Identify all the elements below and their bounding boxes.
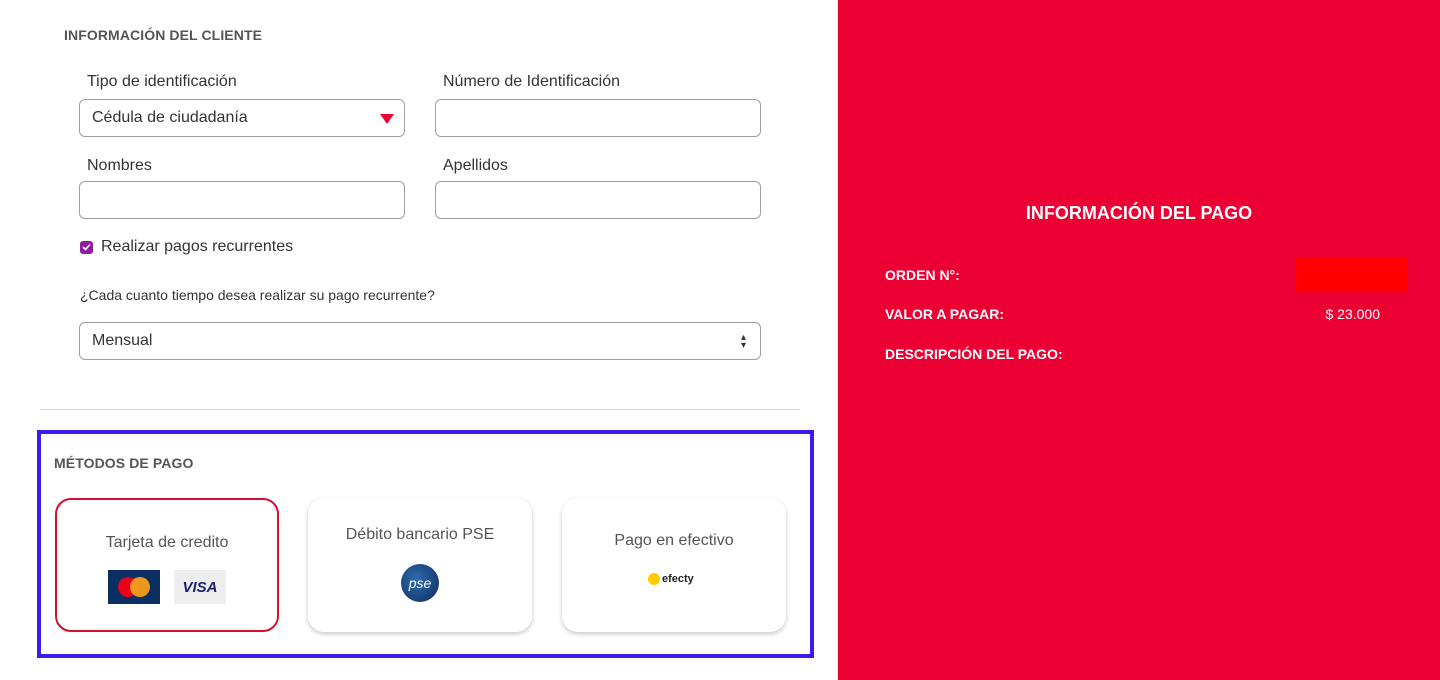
names-label: Nombres xyxy=(87,157,152,174)
amount-value: $ 23.000 xyxy=(1325,306,1381,322)
recurrent-payment-checkbox[interactable] xyxy=(80,240,93,254)
recurrent-payment-row[interactable]: Realizar pagos recurrentes xyxy=(80,238,293,256)
triangle-down-icon xyxy=(380,114,394,124)
surnames-input[interactable] xyxy=(435,181,761,219)
client-section-title: INFORMACIÓN DEL CLIENTE xyxy=(64,27,263,43)
amount-label: VALOR A PAGAR: xyxy=(885,306,1004,322)
id-number-input[interactable] xyxy=(435,99,761,137)
recurrent-payment-label: Realizar pagos recurrentes xyxy=(101,238,294,255)
visa-logo-text: VISA xyxy=(182,578,218,596)
payment-info-title: INFORMACIÓN DEL PAGO xyxy=(1025,203,1253,223)
pse-logo-text: pse xyxy=(408,575,432,591)
mastercard-logo-icon xyxy=(108,570,160,604)
pse-option[interactable]: Débito bancario PSE pse xyxy=(308,498,532,632)
section-divider xyxy=(40,409,800,410)
frequency-select[interactable]: Mensual ▴ ▾ xyxy=(79,322,761,360)
frequency-value: Mensual xyxy=(92,332,153,349)
updown-arrows-icon: ▴ ▾ xyxy=(740,332,746,351)
id-type-label: Tipo de identificación xyxy=(87,73,237,90)
credit-card-label: Tarjeta de credito xyxy=(105,534,229,551)
efecty-logo-text: efecty xyxy=(662,573,694,585)
payment-info-panel: INFORMACIÓN DEL PAGO ORDEN N°: VALOR A P… xyxy=(838,0,1440,680)
id-number-label: Número de Identificación xyxy=(443,73,620,90)
pse-label: Débito bancario PSE xyxy=(345,526,495,543)
credit-card-option[interactable]: Tarjeta de credito VISA xyxy=(55,498,279,632)
pse-logo-icon: pse xyxy=(401,564,439,602)
frequency-question: ¿Cada cuanto tiempo desea realizar su pa… xyxy=(80,287,435,303)
id-type-select[interactable]: Cédula de ciudadanía xyxy=(79,99,405,137)
methods-section-title: MÉTODOS DE PAGO xyxy=(54,455,194,471)
visa-logo-icon: VISA xyxy=(174,570,226,604)
id-type-value: Cédula de ciudadanía xyxy=(92,109,248,126)
names-input[interactable] xyxy=(79,181,405,219)
efecty-logo-icon: efecty xyxy=(648,573,694,585)
client-form-panel: INFORMACIÓN DEL CLIENTE Tipo de identifi… xyxy=(0,0,838,680)
cash-label: Pago en efectivo xyxy=(614,532,734,549)
cash-option[interactable]: Pago en efectivo efecty xyxy=(562,498,786,632)
order-number-redacted xyxy=(1296,257,1408,291)
check-icon xyxy=(82,243,91,251)
order-number-label: ORDEN N°: xyxy=(885,267,960,283)
surnames-label: Apellidos xyxy=(443,157,508,174)
description-label: DESCRIPCIÓN DEL PAGO: xyxy=(885,346,1063,362)
